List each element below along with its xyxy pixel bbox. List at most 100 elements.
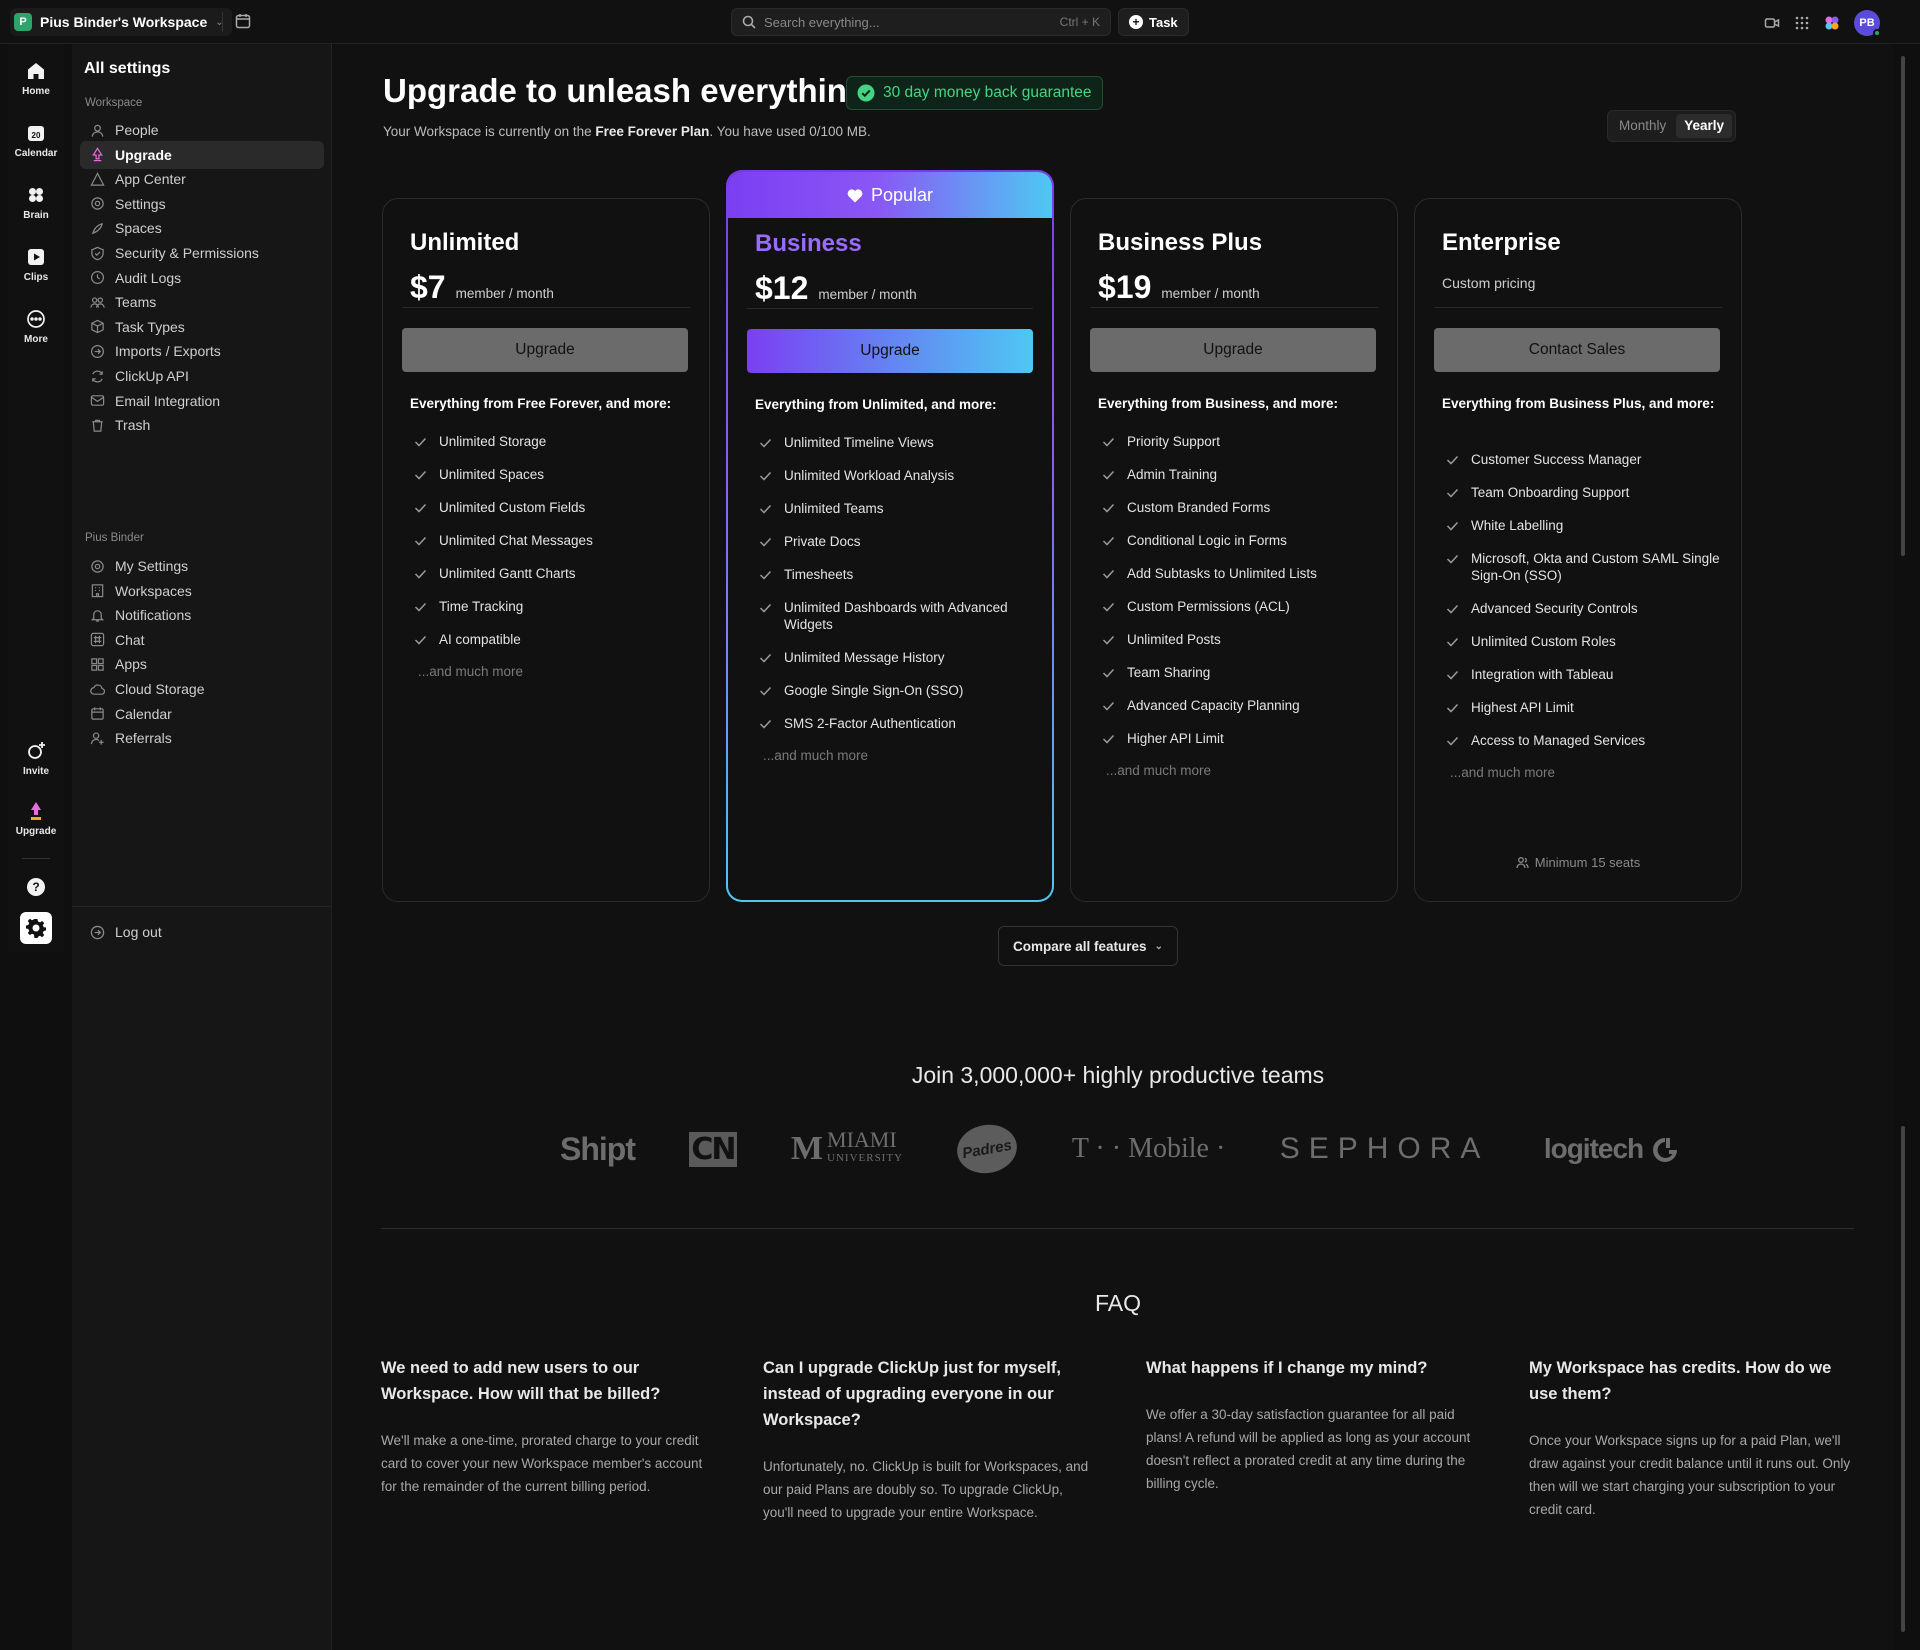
search-placeholder: Search everything... [764, 14, 880, 30]
calendar-icon[interactable] [234, 12, 252, 30]
miami-university-logo: M MIAMI UNIVERSITY [791, 1129, 903, 1168]
rail-clips[interactable]: Clips [8, 246, 64, 283]
compare-features-button[interactable]: Compare all features ⌄ [998, 926, 1178, 966]
feature-text: Unlimited Teams [784, 501, 884, 516]
sidebar-divider [72, 906, 332, 907]
feature-text: Higher API Limit [1127, 731, 1224, 746]
feature-text: Unlimited Timeline Views [784, 435, 934, 450]
cartoon-network-logo: CN [689, 1131, 737, 1167]
rail-brain[interactable]: Brain [8, 184, 64, 221]
billing-period-toggle: Monthly Yearly [1607, 110, 1737, 142]
sidebar-item-label: My Settings [115, 558, 189, 574]
custom-pricing: Custom pricing [1442, 275, 1536, 291]
api-icon [92, 370, 103, 382]
clips-icon [28, 249, 44, 265]
plan-lead: Everything from Free Forever, and more: [410, 396, 672, 411]
feature-item: Conditional Logic in Forms [1102, 532, 1382, 549]
feature-text: Timesheets [784, 567, 854, 582]
scrollbar-thumb-lower[interactable] [1901, 1126, 1905, 1632]
sidebar-item-label: Calendar [115, 705, 172, 722]
sidebar-item-label: Apps [115, 656, 147, 673]
feature-item: Advanced Security Controls [1446, 600, 1726, 617]
building-icon [91, 584, 104, 598]
sidebar-item-app-center[interactable]: App Center [80, 165, 324, 193]
check-icon [1446, 488, 1459, 498]
apps-grid-icon[interactable] [1794, 15, 1810, 31]
and-much-more-link[interactable]: ...and much more [418, 664, 694, 679]
sidebar-item-notifications[interactable]: Notifications [80, 601, 324, 629]
feature-item: Unlimited Chat Messages [414, 532, 694, 549]
check-icon [759, 504, 772, 514]
sidebar-item-clickup-api[interactable]: ClickUp API [80, 362, 324, 390]
feature-item: Integration with Tableau [1446, 666, 1726, 683]
faq-question: My Workspace has credits. How do we use … [1529, 1359, 1832, 1403]
ai-brain-icon[interactable] [1824, 15, 1840, 31]
feature-text: Highest API Limit [1471, 700, 1574, 715]
feature-list: Unlimited Storage Unlimited Spaces Unlimit… [414, 433, 694, 679]
mail-icon [90, 395, 105, 406]
check-icon [759, 438, 772, 448]
rail-settings-button[interactable] [20, 912, 52, 944]
sidebar-item-security-permissions[interactable]: Security & Permissions [80, 239, 324, 267]
check-icon [1102, 635, 1115, 645]
sidebar-item-label: Spaces [115, 220, 162, 237]
sidebar-item-label: Teams [115, 294, 157, 311]
check-icon [1102, 734, 1115, 744]
sidebar-item-people[interactable]: People [80, 116, 324, 144]
sidebar-item-label: ClickUp API [115, 368, 189, 384]
plan-card-business-plus: Business Plus $19 member / month Upgrade… [1070, 198, 1398, 902]
price-value: $12 [755, 270, 809, 306]
settings-sidebar: All settings Workspace People Upgrade App … [72, 44, 332, 1650]
upgrade-business-button[interactable]: Upgrade [747, 329, 1033, 373]
feature-item: Unlimited Spaces [414, 466, 694, 483]
search-input[interactable]: Search everything... Ctrl + K [731, 8, 1111, 36]
rail-invite[interactable]: Invite [8, 740, 64, 777]
sidebar-item-my-settings[interactable]: My Settings [80, 552, 324, 580]
feature-item: Unlimited Teams [759, 500, 1039, 517]
logitech-wordmark: logitech [1543, 1132, 1644, 1164]
sidebar-item-referrals[interactable]: Referrals [80, 724, 324, 752]
rail-help[interactable]: ? [8, 876, 64, 898]
teams-icon [90, 297, 105, 308]
scrollbar-thumb[interactable] [1901, 56, 1905, 556]
logout-label: Log out [115, 924, 162, 940]
sidebar-item-label: Audit Logs [115, 269, 182, 286]
minimum-seats: Minimum 15 seats [1415, 855, 1741, 870]
sidebar-item-trash[interactable]: Trash [80, 411, 324, 439]
feature-text: Unlimited Custom Roles [1471, 634, 1616, 649]
avatar[interactable]: PB [1854, 10, 1881, 37]
more-icon [27, 310, 45, 328]
and-much-more-link[interactable]: ...and much more [763, 748, 1039, 763]
feature-item: Highest API Limit [1446, 699, 1726, 716]
sidebar-item-label: Chat [115, 631, 145, 648]
check-icon [414, 569, 427, 579]
and-much-more-link[interactable]: ...and much more [1106, 763, 1382, 778]
rail-calendar[interactable]: 20 Calendar [8, 122, 64, 159]
new-task-button[interactable]: + Task [1118, 8, 1189, 36]
rail-more[interactable]: More [8, 308, 64, 345]
rail-upgrade[interactable]: Upgrade [8, 800, 64, 837]
guarantee-badge: 30 day money back guarantee [846, 76, 1103, 110]
workspace-switcher[interactable]: P Pius Binder's Workspace ⌄ [10, 8, 232, 36]
check-icon [1446, 703, 1459, 713]
faq-answer: Once your Workspace signs up for a paid … [1529, 1433, 1851, 1517]
billing-monthly-option[interactable]: Monthly [1611, 114, 1674, 138]
sidebar-item-cloud-storage[interactable]: Cloud Storage [80, 675, 324, 703]
upgrade-unlimited-button[interactable]: Upgrade [402, 328, 688, 372]
billing-yearly-option[interactable]: Yearly [1676, 114, 1733, 138]
check-icon [1102, 569, 1115, 579]
contact-sales-button[interactable]: Contact Sales [1434, 328, 1720, 372]
check-icon [759, 570, 772, 580]
upgrade-business-plus-button[interactable]: Upgrade [1090, 328, 1376, 372]
rail-home[interactable]: Home [8, 60, 64, 97]
feature-text: Private Docs [784, 534, 861, 549]
check-icon [1102, 470, 1115, 480]
calendar-icon [91, 707, 104, 720]
verified-check-icon [857, 84, 875, 102]
sidebar-item-teams[interactable]: Teams [80, 288, 324, 316]
feature-text: Priority Support [1127, 434, 1221, 449]
and-much-more-link[interactable]: ...and much more [1450, 765, 1726, 780]
logout-button[interactable]: Log out [80, 918, 324, 946]
video-record-icon[interactable] [1764, 15, 1780, 31]
import-icon [90, 344, 105, 358]
